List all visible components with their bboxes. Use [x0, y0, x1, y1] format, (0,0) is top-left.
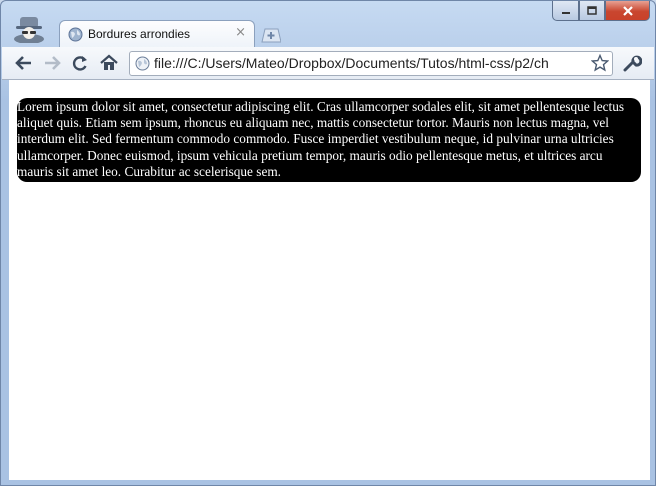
minimize-icon — [561, 11, 570, 14]
reload-icon[interactable] — [70, 54, 90, 72]
new-tab-icon[interactable] — [259, 27, 282, 43]
browser-window: Bordures arrondies × file:///C:/Users/Ma… — [0, 0, 656, 486]
wrench-icon[interactable] — [622, 53, 643, 73]
toolbar: file:///C:/Users/Mateo/Dropbox/Documents… — [2, 47, 654, 80]
forward-arrow-icon[interactable] — [42, 54, 62, 72]
close-icon — [622, 5, 633, 16]
globe-icon — [68, 27, 83, 42]
page-info-icon[interactable] — [135, 56, 150, 71]
incognito-icon — [11, 13, 47, 44]
tab-close-icon[interactable]: × — [235, 26, 246, 40]
page-viewport: Lorem ipsum dolor sit amet, consectetur … — [9, 80, 650, 480]
back-arrow-icon[interactable] — [14, 54, 34, 72]
maximize-button[interactable] — [579, 1, 605, 21]
address-bar[interactable]: file:///C:/Users/Mateo/Dropbox/Documents… — [129, 51, 613, 76]
home-icon[interactable] — [99, 54, 119, 72]
tab-title: Bordures arrondies — [88, 27, 191, 41]
tab-bordures-arrondies[interactable]: Bordures arrondies × — [59, 20, 255, 48]
maximize-icon — [587, 6, 597, 15]
star-icon[interactable] — [590, 53, 610, 72]
rounded-paragraph: Lorem ipsum dolor sit amet, consectetur … — [17, 98, 641, 183]
minimize-button[interactable] — [552, 1, 579, 21]
url-text[interactable]: file:///C:/Users/Mateo/Dropbox/Documents… — [154, 55, 590, 71]
close-window-button[interactable] — [605, 1, 650, 21]
